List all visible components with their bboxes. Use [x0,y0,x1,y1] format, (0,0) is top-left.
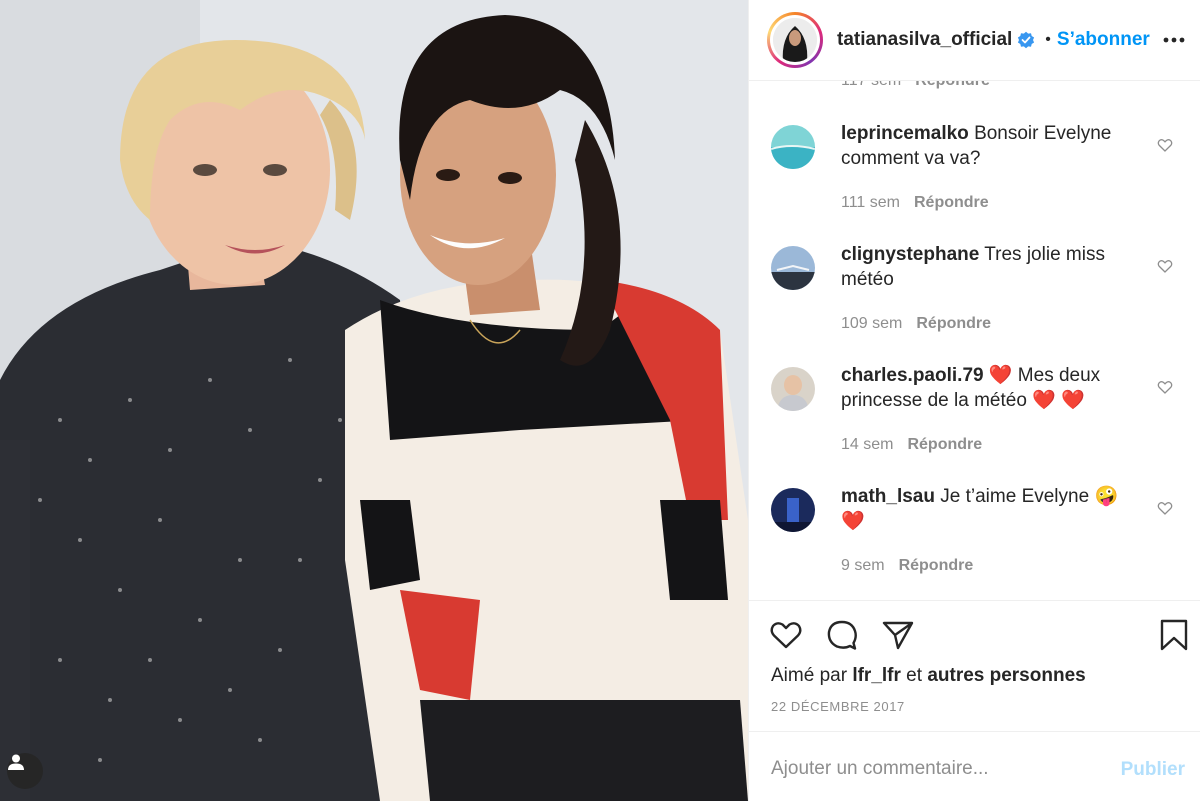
comment-text: charles.paoli.79 ❤️ Mes deux princesse d… [841,363,1141,413]
heart-emoji: ❤️ [1032,390,1056,411]
commenter-avatar[interactable] [771,125,815,169]
heart-outline-icon[interactable] [769,618,803,652]
photo-illustration [0,0,748,801]
heart-emoji: ❤️ [841,511,865,532]
likes-summary: Aimé par lfr_lfr et autres personnes [771,665,1086,687]
reply-button[interactable]: Répondre [914,194,989,211]
comment-content: Je t’aime Evelyne [940,486,1095,507]
author-avatar[interactable] [767,12,823,68]
comment-text: clignystephane Tres jolie miss météo [841,242,1141,292]
reply-button[interactable]: Répondre [907,436,982,453]
commenter-username[interactable]: leprincemalko [841,123,969,144]
verified-badge-icon [1018,31,1035,49]
post-photo[interactable] [0,0,748,801]
more-options-button[interactable] [1161,27,1187,53]
heart-emoji: ❤️ [988,365,1013,386]
comment-like-icon[interactable] [1157,500,1173,516]
comment-meta: 109 sem Répondre [841,315,991,333]
comments-list[interactable]: 117 sem Répondre leprincemalko Bonsoir Ev… [749,81,1200,600]
comment-meta: 9 sem Répondre [841,557,973,575]
follow-button[interactable]: S’abonner [1057,29,1150,51]
comment-text: math_lsau Je t’aime Evelyne 🤪 ❤️ [841,484,1141,534]
liked-by-mid: et [906,665,923,686]
reply-button[interactable]: Répondre [916,315,991,332]
comment-time: 109 sem [841,315,903,332]
comment-meta: 14 sem Répondre [841,436,982,454]
post-sidebar: tatianasilva_official • S’abonner 117 se… [748,0,1200,801]
user-icon [8,754,24,770]
commenter-username[interactable]: clignystephane [841,244,979,265]
user-tag-button[interactable] [7,753,43,789]
post-actions: Aimé par lfr_lfr et autres personnes 22 … [749,600,1200,731]
commenter-avatar[interactable] [771,246,815,290]
comment-time: 9 sem [841,557,885,574]
comment-time: 111 sem [841,194,900,211]
comment-like-icon[interactable] [1157,137,1173,153]
commenter-avatar[interactable] [771,488,815,532]
commenter-avatar[interactable] [771,367,815,411]
liked-by-user[interactable]: lfr_lfr [852,665,901,686]
crazy-face-emoji: 🤪 [1094,486,1119,507]
header-separator: • [1045,31,1051,48]
liked-by-prefix: Aimé par [771,665,848,686]
post-date[interactable]: 22 DÉCEMBRE 2017 [771,699,905,714]
comment-icon[interactable] [825,618,859,652]
post-header: tatianasilva_official • S’abonner [749,0,1200,81]
author-username[interactable]: tatianasilva_official [837,29,1012,51]
reply-button[interactable]: Répondre [899,557,974,574]
comment-like-icon[interactable] [1157,379,1173,395]
reply-button[interactable]: Répondre [915,81,990,89]
comment-meta: 111 sem Répondre [841,194,989,212]
partial-comment-meta: 117 sem Répondre [841,81,990,90]
comment-text: leprincemalko Bonsoir Evelyne comment va… [841,121,1141,171]
more-options-icon [1163,37,1185,43]
publish-button[interactable]: Publier [1121,759,1185,781]
comment-time: 117 sem [841,81,901,89]
commenter-username[interactable]: charles.paoli.79 [841,365,984,386]
bookmark-icon[interactable] [1157,618,1191,652]
heart-emoji: ❤️ [1061,390,1085,411]
send-icon[interactable] [881,618,915,652]
liked-by-others[interactable]: autres personnes [927,665,1085,686]
avatar-image [773,18,817,62]
comment-composer: Publier [749,731,1200,801]
avatar-border [770,15,820,65]
comment-time: 14 sem [841,436,894,453]
commenter-username[interactable]: math_lsau [841,486,935,507]
comment-input[interactable] [771,754,1101,784]
comment-like-icon[interactable] [1157,258,1173,274]
